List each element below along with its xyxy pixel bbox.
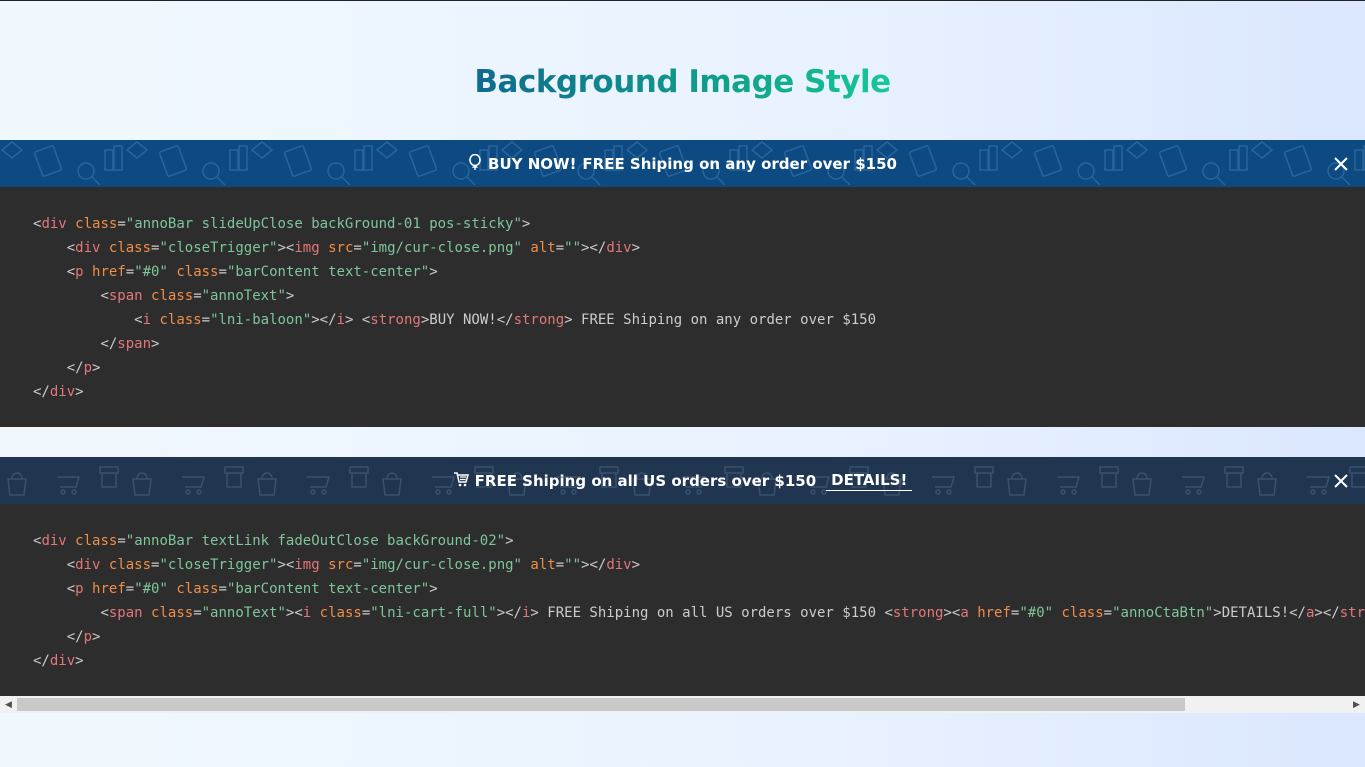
- horizontal-scrollbar[interactable]: ◀ ▶: [0, 696, 1365, 713]
- code-block-2: <div class="annoBar textLink fadeOutClos…: [0, 504, 1365, 696]
- bar-content: BUY NOW! FREE Shiping on any order over …: [468, 153, 897, 174]
- scrollbar-thumb[interactable]: [17, 698, 1185, 711]
- code-line: <i class="lni-baloon"></i> <strong>BUY N…: [134, 312, 877, 328]
- code-line: <div class="closeTrigger"><img src="img/…: [66, 240, 641, 256]
- announcement-bar-free-shipping: FREE Shiping on all US orders over $150 …: [0, 457, 1365, 504]
- code-line: <div class="closeTrigger"><img src="img/…: [66, 557, 641, 573]
- scroll-left-arrow-icon[interactable]: ◀: [0, 696, 17, 713]
- code-line: </p>: [66, 360, 101, 376]
- bar-content: FREE Shiping on all US orders over $150 …: [453, 471, 913, 491]
- close-icon[interactable]: [1331, 471, 1351, 491]
- announcement-bar-buy-now: BUY NOW! FREE Shiping on any order over …: [0, 140, 1365, 187]
- code-line: <span class="annoText">: [100, 288, 295, 304]
- details-link[interactable]: DETAILS!: [826, 471, 913, 491]
- page-title: Background Image Style: [474, 64, 891, 100]
- scroll-right-arrow-icon[interactable]: ▶: [1348, 696, 1365, 713]
- buy-now-label: BUY NOW!: [488, 154, 577, 173]
- code-line: </span>: [100, 336, 160, 352]
- code-line: <p href="#0" class="barContent text-cent…: [66, 581, 438, 597]
- balloon-icon: [468, 153, 482, 174]
- code-line: <span class="annoText"><i class="lni-car…: [100, 605, 1365, 621]
- close-icon[interactable]: [1331, 154, 1351, 174]
- bar-text: FREE Shiping on all US orders over $150: [474, 471, 817, 490]
- bar-text: FREE Shiping on any order over $150: [582, 154, 897, 173]
- code-line: </div>: [33, 653, 84, 669]
- code-line: <div class="annoBar slideUpClose backGro…: [33, 216, 531, 232]
- code-line: <div class="annoBar textLink fadeOutClos…: [33, 533, 514, 549]
- cart-full-icon: [453, 471, 469, 491]
- code-line: </div>: [33, 384, 84, 400]
- code-line: </p>: [66, 629, 101, 645]
- code-block-1: <div class="annoBar slideUpClose backGro…: [0, 187, 1365, 427]
- code-line: <p href="#0" class="barContent text-cent…: [66, 264, 438, 280]
